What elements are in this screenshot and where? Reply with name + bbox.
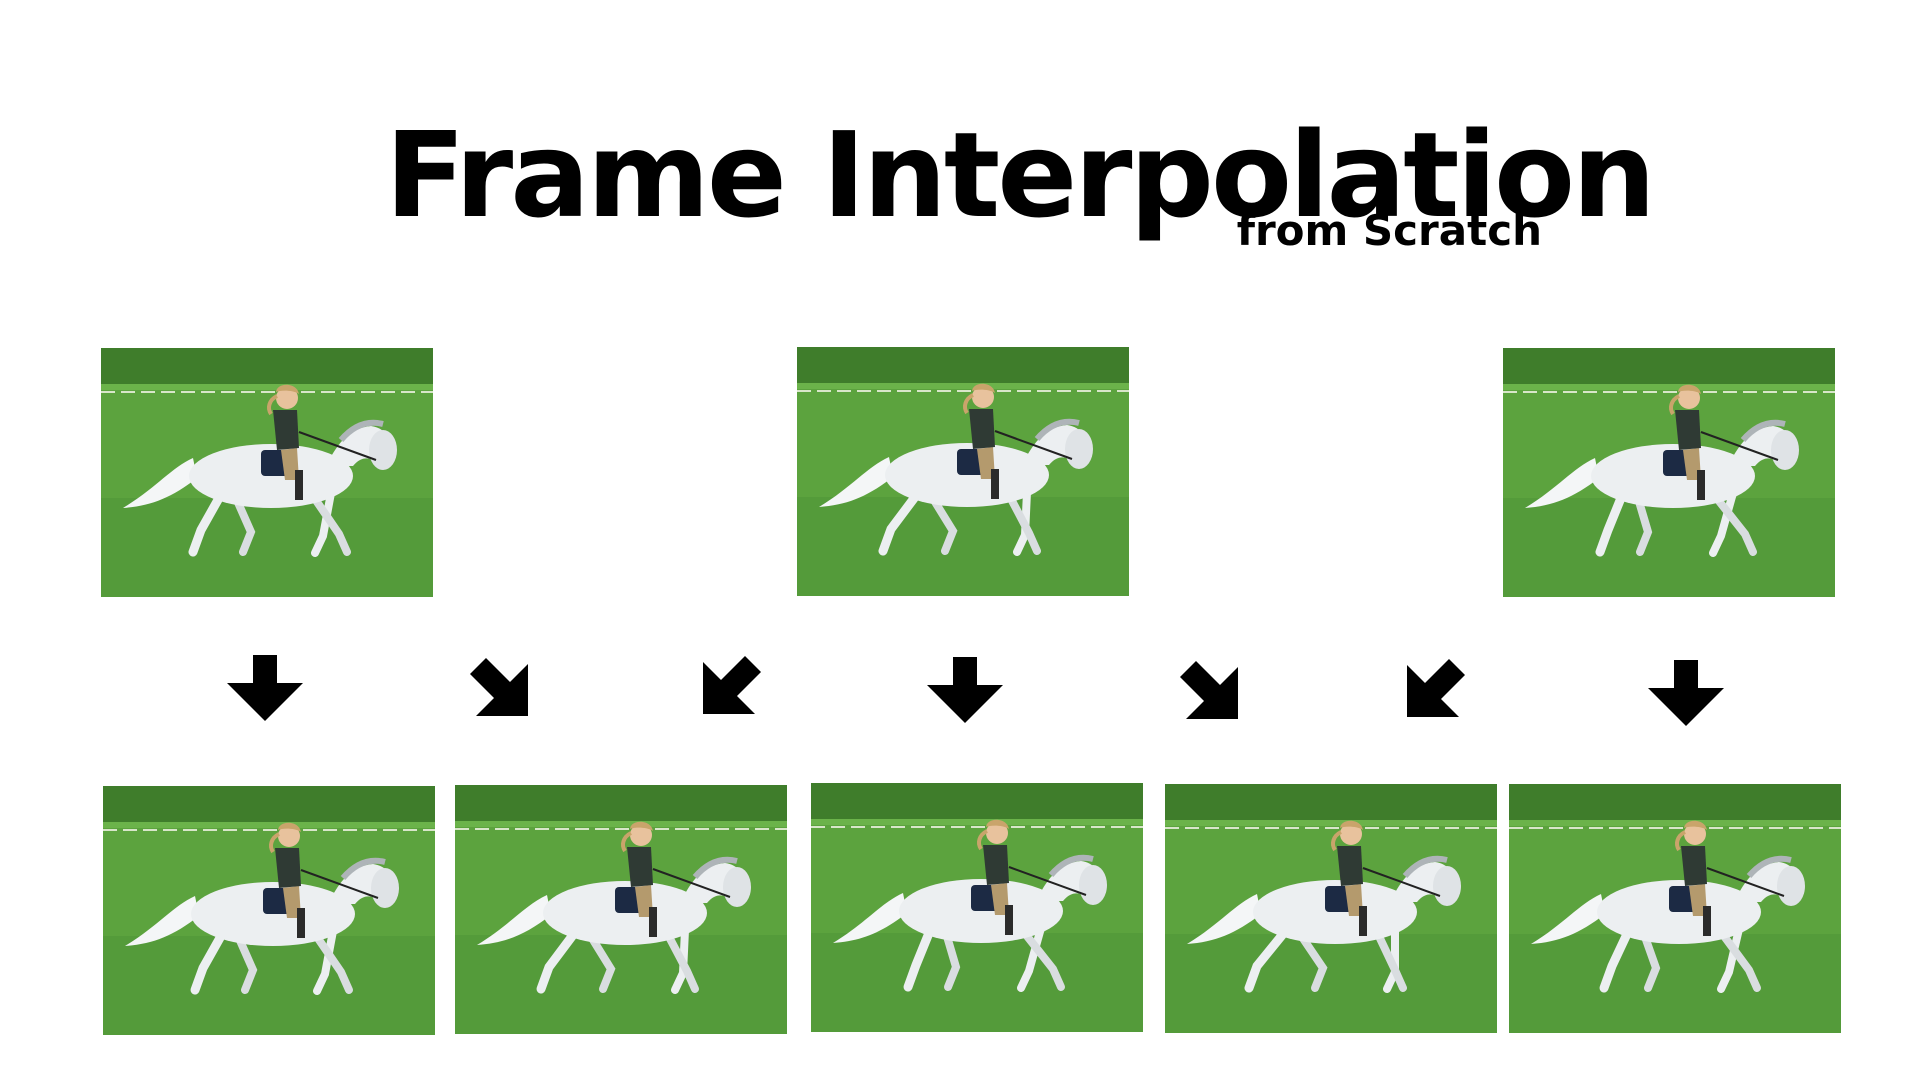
page-subtitle: from Scratch <box>1236 206 1542 255</box>
input-frame-1 <box>101 348 433 597</box>
arrow-down-icon <box>1648 660 1724 726</box>
interpolated-frame-2 <box>1165 784 1497 1033</box>
arrow-down-left-icon <box>701 656 761 714</box>
arrow-down-icon <box>927 657 1003 723</box>
arrow-down-icon <box>227 655 303 721</box>
interpolated-frame-1 <box>455 785 787 1034</box>
output-frame-1 <box>103 786 435 1035</box>
arrow-down-left-icon <box>1405 659 1465 717</box>
arrow-down-right-icon <box>1180 661 1240 719</box>
input-frame-3 <box>1503 348 1835 597</box>
input-frame-2 <box>797 347 1129 596</box>
output-frame-3 <box>1509 784 1841 1033</box>
arrow-down-right-icon <box>470 658 530 716</box>
output-frame-2 <box>811 783 1143 1032</box>
